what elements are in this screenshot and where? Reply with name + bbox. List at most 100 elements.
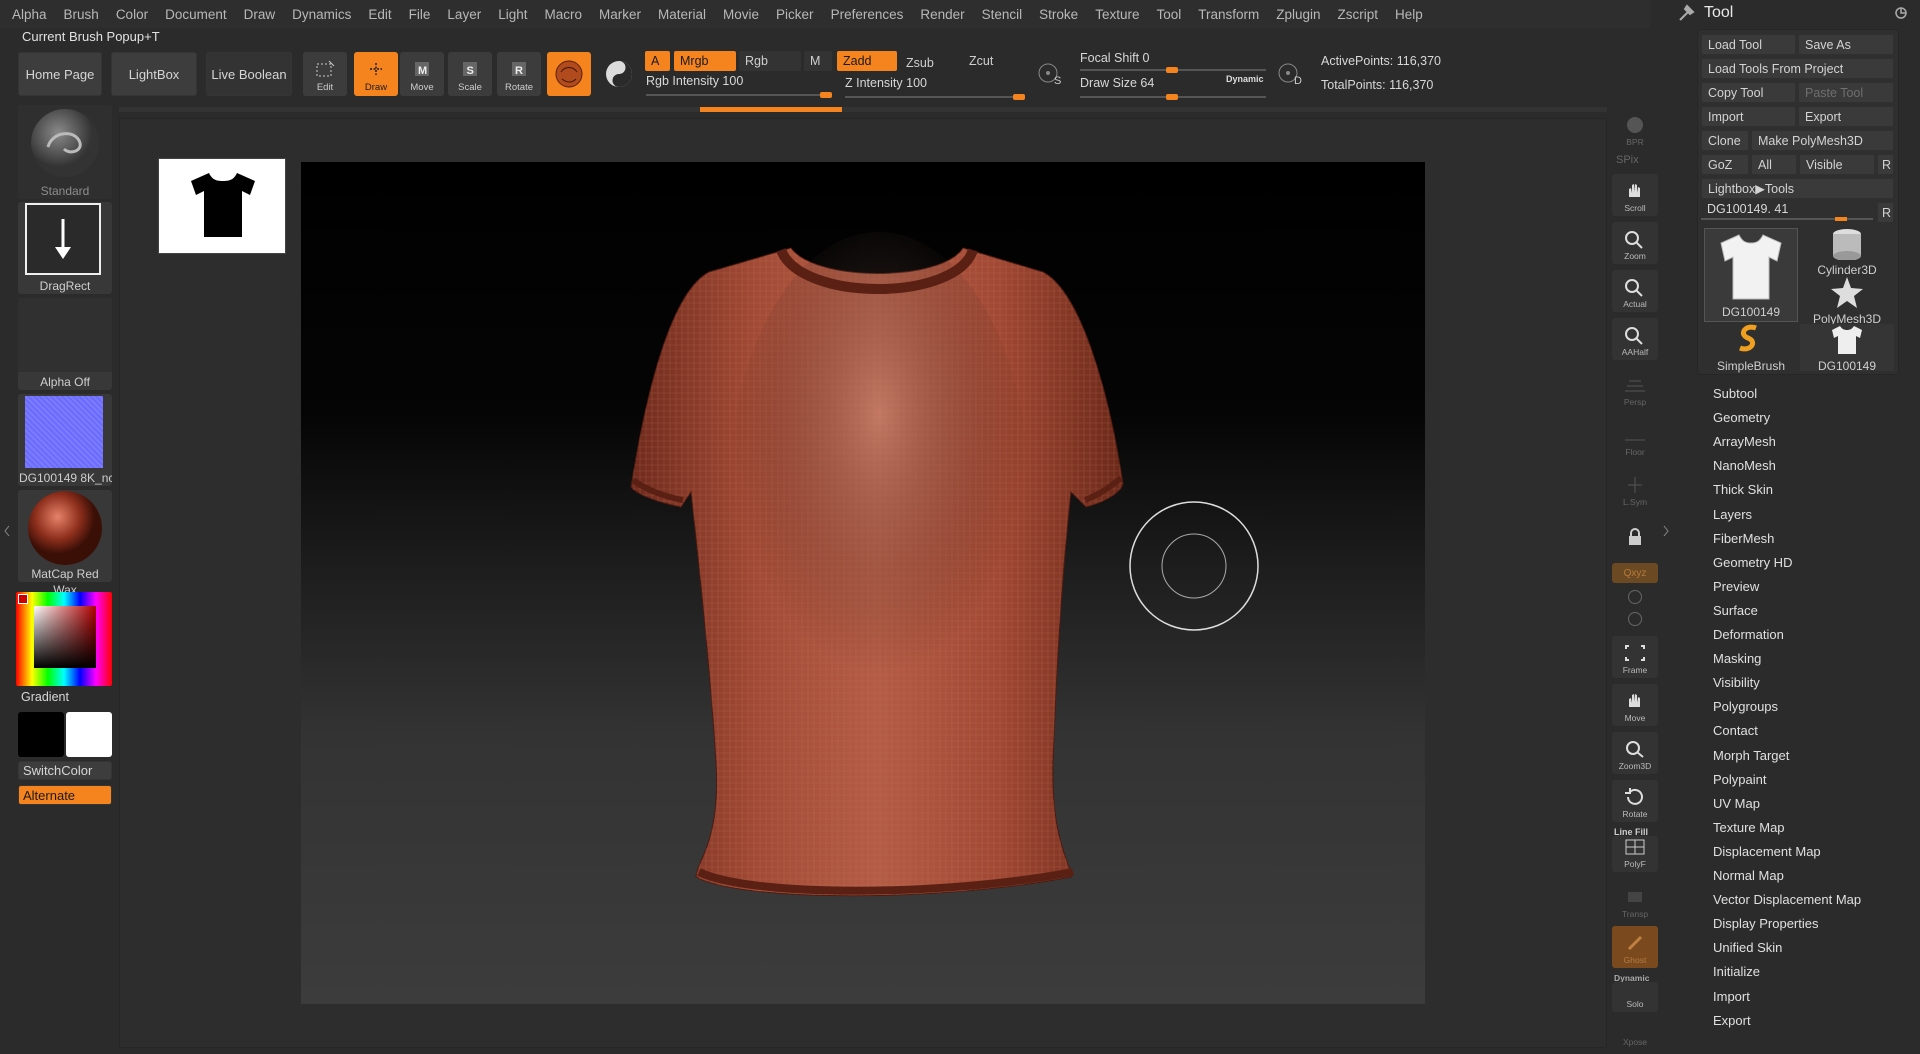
menu-edit[interactable]: Edit [368, 7, 391, 22]
menu-light[interactable]: Light [498, 7, 527, 22]
lazy-mouse-d-button[interactable]: D [1275, 58, 1305, 88]
alpha-thumbnail[interactable]: Alpha Off [18, 298, 112, 390]
menu-brush[interactable]: Brush [64, 7, 99, 22]
tool-section-export[interactable]: Export [1713, 1013, 1751, 1028]
edit-button[interactable]: Edit [303, 52, 347, 96]
import-button[interactable]: Import [1701, 106, 1796, 127]
rotate-button[interactable]: R Rotate [497, 52, 541, 96]
material-swatch-button[interactable] [547, 52, 591, 96]
polyf-button[interactable]: PolyF [1612, 836, 1658, 872]
tool-section-preview[interactable]: Preview [1713, 579, 1759, 594]
a-toggle[interactable]: A [645, 51, 670, 71]
tool-section-geometry-hd[interactable]: Geometry HD [1713, 555, 1792, 570]
menu-help[interactable]: Help [1395, 7, 1423, 22]
menu-color[interactable]: Color [116, 7, 148, 22]
zsub-toggle[interactable]: Zsub [900, 53, 960, 73]
tool-palette-header[interactable]: Tool [1672, 0, 1920, 26]
menu-alpha[interactable]: Alpha [12, 7, 47, 22]
rgb-toggle[interactable]: Rgb [739, 51, 801, 71]
dynamic-size-toggle[interactable]: Dynamic [1226, 74, 1264, 84]
texture-thumbnail[interactable]: DG100149 8K_nc [18, 394, 112, 486]
menu-stencil[interactable]: Stencil [982, 7, 1023, 22]
lsym-button[interactable]: L.Sym [1612, 468, 1658, 510]
menu-picker[interactable]: Picker [776, 7, 814, 22]
tool-section-texture-map[interactable]: Texture Map [1713, 820, 1785, 835]
scale-button[interactable]: S Scale [448, 52, 492, 96]
rotate-z-icon[interactable] [1628, 612, 1642, 626]
tool-section-morph-target[interactable]: Morph Target [1713, 748, 1789, 763]
zoom-button[interactable]: Zoom [1612, 222, 1658, 264]
dock-icon[interactable] [1894, 6, 1908, 20]
paste-tool-button[interactable]: Paste Tool [1798, 82, 1894, 103]
tool-section-import[interactable]: Import [1713, 989, 1750, 1004]
rgb-intensity-slider[interactable]: Rgb Intensity 100 [646, 74, 832, 98]
tool-section-initialize[interactable]: Initialize [1713, 964, 1760, 979]
tool-section-polypaint[interactable]: Polypaint [1713, 772, 1766, 787]
tool-section-displacement-map[interactable]: Displacement Map [1713, 844, 1821, 859]
home-page-button[interactable]: Home Page [18, 52, 102, 96]
menu-tool[interactable]: Tool [1156, 7, 1181, 22]
transp-button[interactable]: Transp [1612, 880, 1658, 922]
tool-section-fibermesh[interactable]: FiberMesh [1713, 531, 1774, 546]
export-button[interactable]: Export [1798, 106, 1894, 127]
goz-visible-button[interactable]: Visible [1799, 154, 1875, 175]
solo-button[interactable]: Solo [1612, 982, 1658, 1012]
save-as-button[interactable]: Save As [1798, 34, 1894, 55]
tool-section-normal-map[interactable]: Normal Map [1713, 868, 1784, 883]
tool-section-subtool[interactable]: Subtool [1713, 386, 1757, 401]
tool-section-display-properties[interactable]: Display Properties [1713, 916, 1819, 931]
lock-button[interactable] [1612, 512, 1658, 552]
menu-dynamics[interactable]: Dynamics [292, 7, 351, 22]
tool-section-thick-skin[interactable]: Thick Skin [1713, 482, 1773, 497]
tool-section-nanomesh[interactable]: NanoMesh [1713, 458, 1776, 473]
material-thumbnail[interactable]: MatCap Red Wax [18, 490, 112, 597]
tool-tile-dg100149[interactable]: DG100149 [1704, 228, 1798, 322]
menu-preferences[interactable]: Preferences [831, 7, 904, 22]
tool-tile-polymesh3d[interactable]: PolyMesh3D [1800, 275, 1894, 326]
menu-file[interactable]: File [409, 7, 431, 22]
tool-section-unified-skin[interactable]: Unified Skin [1713, 940, 1782, 955]
goz-r-button[interactable]: R [1877, 154, 1894, 175]
move-view-button[interactable]: Move [1612, 684, 1658, 726]
menu-zplugin[interactable]: Zplugin [1276, 7, 1320, 22]
menu-movie[interactable]: Movie [723, 7, 759, 22]
menu-document[interactable]: Document [165, 7, 227, 22]
draw-button[interactable]: Draw [354, 52, 398, 96]
tool-section-masking[interactable]: Masking [1713, 651, 1761, 666]
scroll-button[interactable]: Scroll [1612, 174, 1658, 216]
zadd-toggle[interactable]: Zadd [837, 51, 897, 71]
color-sphere-button[interactable] [600, 52, 638, 96]
menu-render[interactable]: Render [920, 7, 964, 22]
right-tray-handle[interactable] [1663, 516, 1669, 546]
color-picker[interactable] [16, 592, 112, 686]
brush-thumbnail[interactable]: Standard [18, 105, 112, 199]
lightbox-tools-button[interactable]: Lightbox▶Tools [1701, 178, 1894, 199]
menu-draw[interactable]: Draw [244, 7, 276, 22]
rotate-y-icon[interactable] [1628, 590, 1642, 604]
aahalf-button[interactable]: AAHalf [1612, 318, 1658, 360]
stroke-thumbnail[interactable]: DragRect [18, 202, 112, 294]
persp-button[interactable]: Persp [1612, 368, 1658, 410]
tool-section-uv-map[interactable]: UV Map [1713, 796, 1760, 811]
main-color-swatch[interactable] [18, 712, 64, 757]
xpose-button[interactable]: Xpose [1612, 1020, 1658, 1050]
menu-macro[interactable]: Macro [544, 7, 582, 22]
menu-stroke[interactable]: Stroke [1039, 7, 1078, 22]
tool-tile-cylinder3d[interactable]: Cylinder3D [1800, 226, 1894, 277]
menu-marker[interactable]: Marker [599, 7, 641, 22]
zoom3d-button[interactable]: Zoom3D [1612, 732, 1658, 774]
copy-tool-button[interactable]: Copy Tool [1701, 82, 1796, 103]
z-intensity-slider[interactable]: Z Intensity 100 [845, 76, 1025, 100]
zcut-toggle[interactable]: Zcut [963, 51, 1023, 71]
menu-texture[interactable]: Texture [1095, 7, 1139, 22]
ghost-button[interactable]: Ghost [1612, 926, 1658, 968]
tool-slot-slider[interactable]: DG100149. 41 [1701, 201, 1873, 221]
floor-button[interactable]: Floor [1612, 418, 1658, 460]
live-boolean-button[interactable]: Live Boolean [206, 52, 292, 96]
bpr-button[interactable]: BPR [1612, 106, 1658, 150]
lightbox-button[interactable]: LightBox [111, 52, 197, 96]
tool-section-arraymesh[interactable]: ArrayMesh [1713, 434, 1776, 449]
menu-material[interactable]: Material [658, 7, 706, 22]
saturation-square[interactable] [34, 606, 96, 668]
tool-tile-simplebrush[interactable]: SimpleBrush [1704, 324, 1798, 373]
